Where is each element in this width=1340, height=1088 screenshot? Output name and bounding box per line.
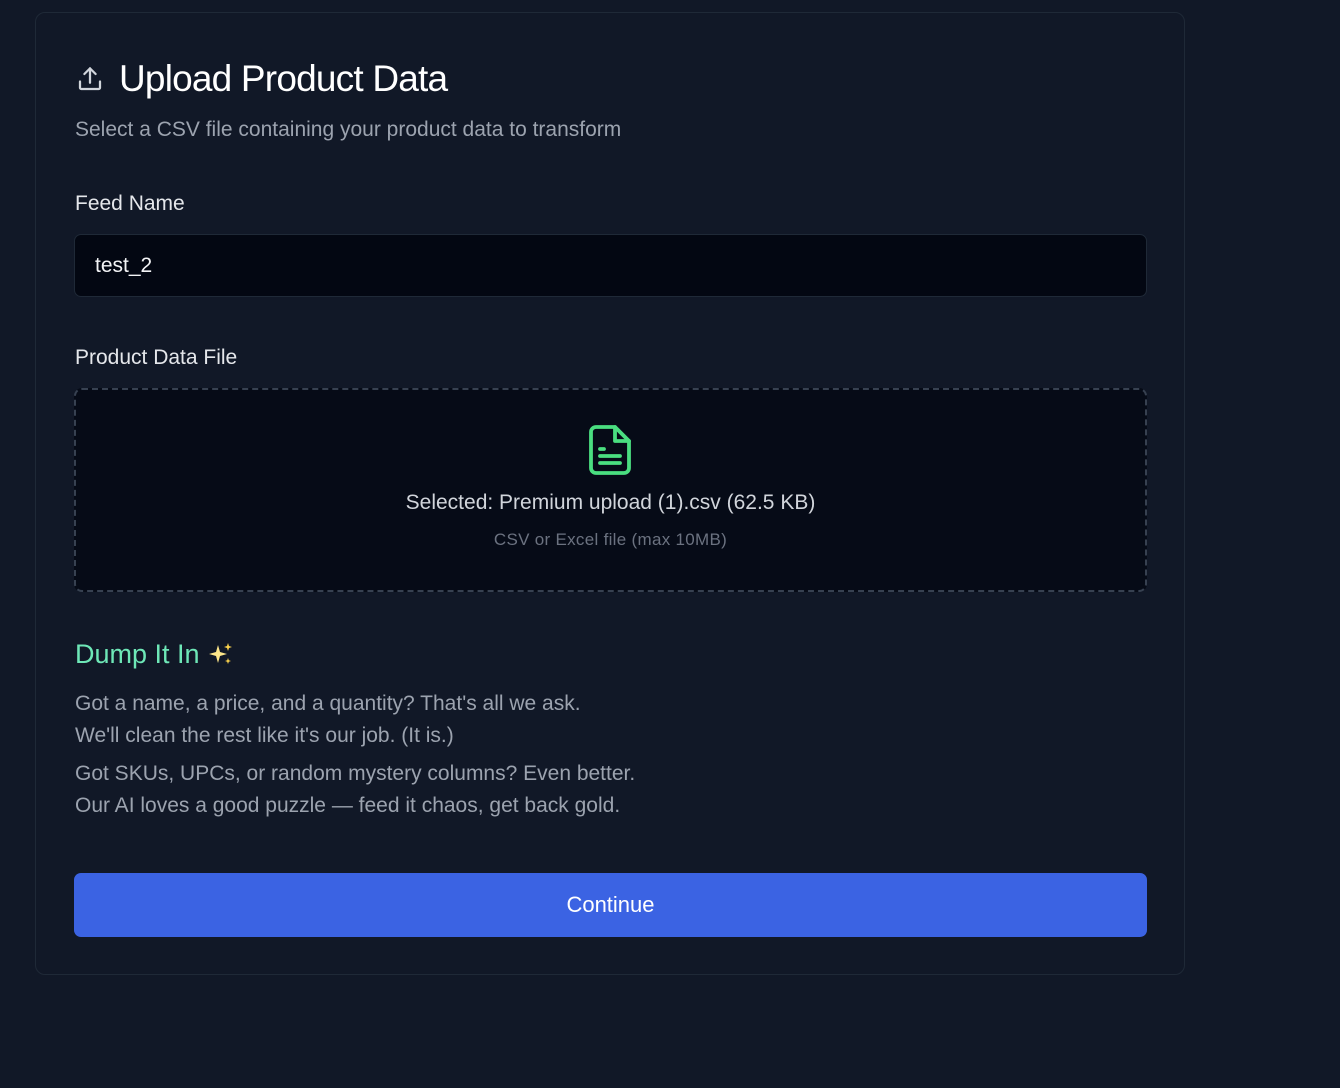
- promo-line: Got SKUs, UPCs, or random mystery column…: [75, 762, 636, 785]
- file-type-hint: CSV or Excel file (max 10MB): [493, 530, 728, 549]
- sparkles-icon: [208, 643, 232, 664]
- card-header: Upload Product Data: [75, 57, 448, 101]
- page-title: Upload Product Data: [119, 58, 448, 99]
- upload-icon: [78, 67, 102, 91]
- promo-heading: Dump It In: [75, 637, 234, 671]
- promo-title-text: Dump It In: [75, 639, 200, 669]
- selected-file-text: Selected: Premium upload (1).csv (62.5 K…: [405, 491, 816, 514]
- page-subtitle: Select a CSV file containing your produc…: [75, 118, 622, 141]
- feed-name-input[interactable]: [74, 234, 1147, 297]
- product-data-file-label: Product Data File: [75, 346, 238, 369]
- promo-paragraph-1: Got a name, a price, and a quantity? Tha…: [75, 688, 581, 752]
- promo-line: Got a name, a price, and a quantity? Tha…: [75, 692, 581, 715]
- file-dropzone[interactable]: Selected: Premium upload (1).csv (62.5 K…: [74, 388, 1147, 592]
- continue-button[interactable]: Continue: [74, 873, 1147, 937]
- feed-name-label: Feed Name: [75, 192, 185, 215]
- promo-paragraph-2: Got SKUs, UPCs, or random mystery column…: [75, 758, 635, 822]
- file-text-icon: [589, 425, 631, 475]
- promo-line: We'll clean the rest like it's our job. …: [75, 724, 454, 747]
- upload-card: Upload Product Data Select a CSV file co…: [35, 12, 1185, 975]
- promo-line: Our AI loves a good puzzle — feed it cha…: [75, 794, 621, 817]
